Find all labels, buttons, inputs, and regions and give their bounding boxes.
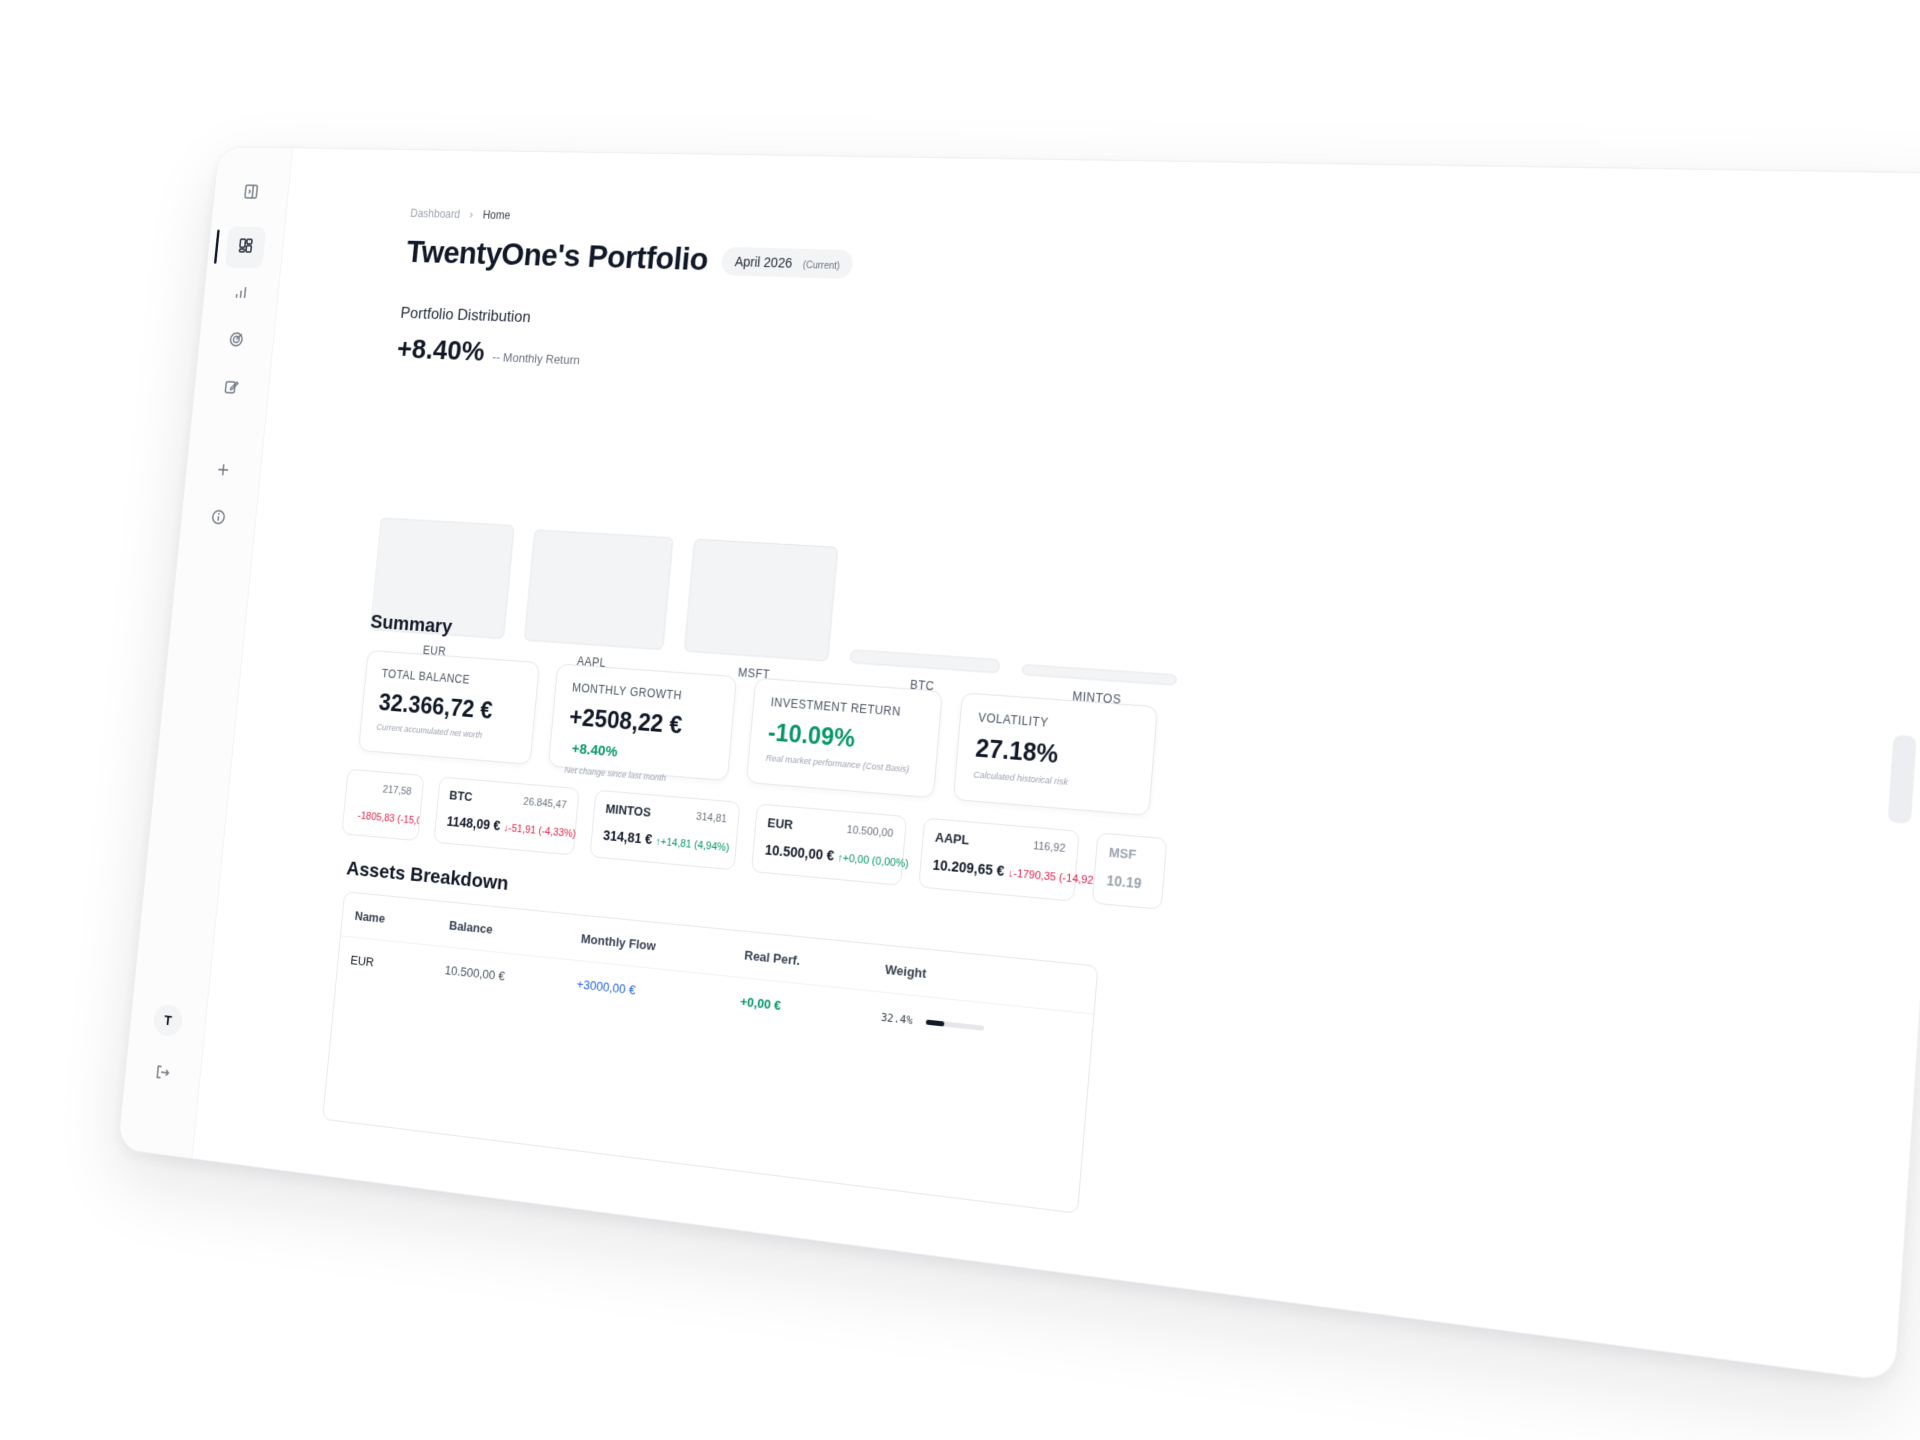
info-button[interactable] [198,497,240,541]
edit-icon [222,377,241,400]
column-header-flow[interactable]: Monthly Flow [580,931,745,962]
plus-icon [214,460,233,484]
cell-balance: 10.500,00 € [444,962,506,983]
monthly-return: +8.40% -- Monthly Return [396,333,582,371]
title-row: TwentyOne's Portfolio April 2026 (Curren… [405,234,855,283]
asset-balance-row: 314,81 € ↑+14,81 (4,94%) [602,827,729,854]
bar-chart-icon [232,283,250,306]
bar-aapl[interactable] [524,530,673,650]
monthly-return-value: +8.40% [395,333,486,368]
main-content: Dashboard › Home TwentyOne's Portfolio A… [191,148,1920,1381]
cell-perf: +0,00 € [739,993,782,1013]
period-label: April 2026 [734,253,793,271]
column-header-balance[interactable]: Balance [449,917,582,945]
assets-table: Name Balance Monthly Flow Real Perf. Wei… [322,891,1099,1214]
sidebar-toggle-icon[interactable] [230,171,271,213]
breadcrumb-separator: › [469,208,474,222]
bar-msft[interactable] [684,539,837,661]
card-label: Investment Return [770,695,902,719]
asset-change: ↑+14,81 (4,94%) [655,835,730,855]
asset-balance-row: 1148,09 € ↓-51,91 (-4,33%) [446,813,576,840]
cell-flow: +3000,00 € [576,976,637,997]
growth-value: +2508,22 € [568,703,684,740]
card-label: Total Balance [381,666,471,687]
sidebar-item-dashboard[interactable] [224,226,267,269]
logout-icon [153,1062,172,1087]
volatility-card: Volatility 27.18% Calculated historical … [952,692,1159,817]
card-value: 27.18% [974,734,1060,769]
breadcrumb-dashboard[interactable]: Dashboard [410,207,461,221]
asset-balance-row: 10.209,65 € ↓-1790,35 (-14,92%) [932,856,1107,889]
avatar[interactable]: T [152,1003,184,1038]
total-balance-card: Total Balance 32.366,72 € Current accumu… [358,649,540,765]
asset-card[interactable]: AAPL 116,92 10.209,65 € ↓-1790,35 (-14,92… [918,817,1107,902]
investment-return-card: Investment Return -10.09% Real market pe… [745,677,943,799]
side-panel-handle[interactable] [1887,734,1917,825]
asset-change: ↓-51,91 (-4,33%) [503,822,577,841]
asset-balance: 10.209,65 € [932,856,1005,880]
card-label: Monthly Growth [571,680,683,703]
bar-mintos[interactable] [1022,665,1177,686]
breadcrumb: Dashboard › Home [410,207,511,222]
asset-card[interactable]: MINTOS 314,81 314,81 € ↑+14,81 (4,94%) [589,789,741,871]
add-button[interactable] [202,450,244,494]
target-icon [227,330,246,353]
period-sub-label: (Current) [802,259,841,272]
assets-breakdown-title: Assets Breakdown [345,857,510,895]
app-window: T Dashboard › Home TwentyOne's Portfolio… [117,146,1920,1383]
monthly-return-note: -- Monthly Return [491,349,581,368]
bar-btc[interactable] [850,650,1000,673]
asset-balance: 10.19 [1105,872,1143,892]
asset-card[interactable]: BTC 26.845,47 1148,09 € ↓-51,91 (-4,33%) [433,776,580,856]
weight-bar [925,1019,985,1031]
asset-name: MSF [1108,844,1137,863]
sidebar-item-performance[interactable] [215,320,257,363]
layout-icon [236,236,254,259]
sidebar-item-edit[interactable] [211,367,253,410]
asset-balance-row: 10.500,00 € ↑+0,00 (0,00%) [764,841,909,871]
distribution-label: Portfolio Distribution [399,303,532,326]
asset-card[interactable]: 217,58 -1805,83 (-15,05%) [341,768,425,842]
cell-weight: 32.4% [880,1008,1076,1044]
asset-balance-row: -1805,83 (-15,05%) [354,806,424,829]
breadcrumb-current: Home [482,208,511,222]
asset-price: 217,58 [382,783,413,798]
column-header-weight[interactable]: Weight [885,961,1081,996]
card-value: 32.366,72 € [377,689,494,725]
monthly-growth-card: Monthly Growth +2508,22 €+8.40% Net chan… [547,663,738,783]
asset-balance: 10.500,00 € [764,841,835,864]
asset-card[interactable]: EUR 10.500,00 10.500,00 € ↑+0,00 (0,00%) [750,803,909,886]
asset-card[interactable]: MSF 10.19 [1091,832,1168,910]
weight-value: 32.4% [880,1010,914,1027]
page-title: TwentyOne's Portfolio [404,234,710,278]
growth-percent: +8.40% [571,740,619,761]
card-value: +2508,22 €+8.40% [565,704,716,771]
period-selector[interactable]: April 2026 (Current) [720,246,855,279]
info-icon [209,507,228,531]
card-label: Volatility [977,710,1049,730]
asset-change: ↑+0,00 (0,00%) [837,852,910,871]
sidebar-item-analytics[interactable] [220,273,262,316]
asset-balance: 1148,09 € [446,813,502,834]
asset-change: -1805,83 (-15,05%) [357,810,425,829]
column-header-perf[interactable]: Real Perf. [744,947,886,976]
weight-bar-fill [925,1019,945,1027]
logout-button[interactable] [142,1051,184,1098]
asset-balance: 314,81 € [602,827,653,848]
column-header-name[interactable]: Name [354,908,450,932]
card-value: -10.09% [766,718,857,753]
cell-name: EUR [349,952,375,969]
